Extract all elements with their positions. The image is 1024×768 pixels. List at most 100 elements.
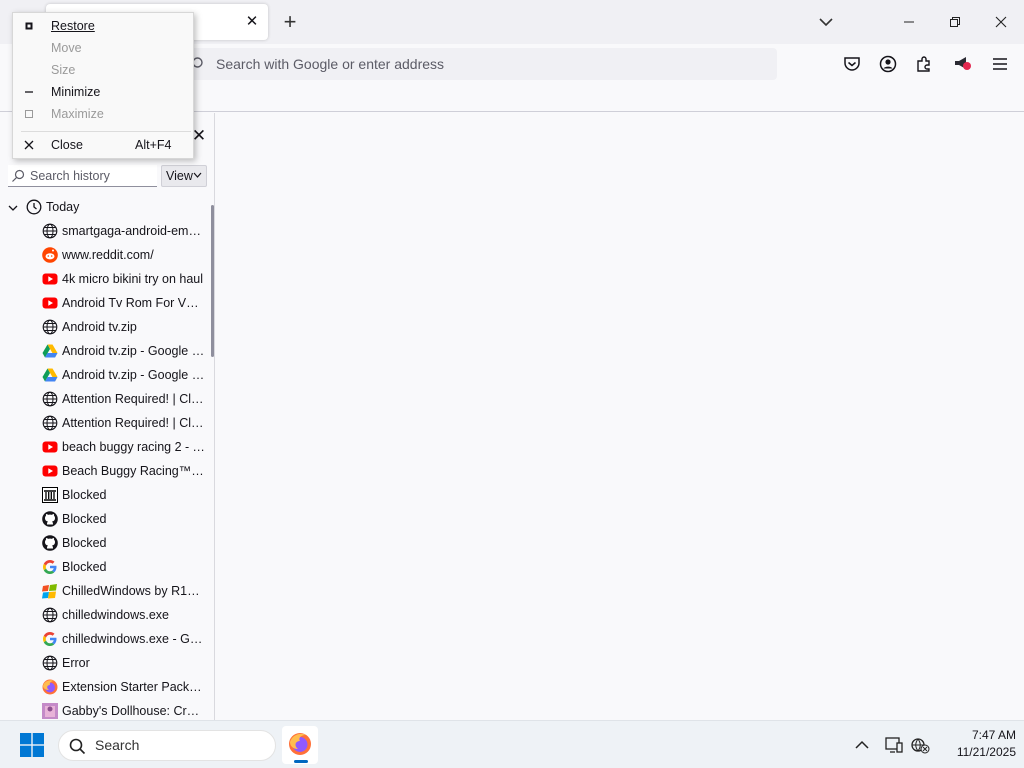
window-system-menu: Restore Move Size Minimize Maximize Clos…: [12, 12, 194, 159]
history-item-title: beach buggy racing 2 - Yo...: [62, 440, 205, 454]
search-history-input[interactable]: Search history: [8, 165, 157, 187]
puzzle-piece-icon: [917, 56, 930, 72]
minimize-icon: [904, 21, 914, 23]
taskbar-search-box[interactable]: Search: [58, 730, 276, 761]
tab-close-button[interactable]: ✕: [242, 12, 262, 32]
clock-date: 11/21/2025: [956, 745, 1016, 759]
history-item[interactable]: beach buggy racing 2 - Yo...: [0, 436, 212, 460]
firefox-icon: [289, 733, 311, 755]
menu-item-close[interactable]: Close Alt+F4: [13, 134, 193, 156]
pocket-button[interactable]: [840, 52, 864, 76]
menu-item-minimize[interactable]: Minimize: [13, 81, 193, 103]
extensions-button[interactable]: [912, 52, 936, 76]
history-sidebar: ✕ Search history View Today smartgaga-an…: [0, 113, 215, 720]
taskbar-app-firefox[interactable]: [282, 726, 318, 764]
history-item[interactable]: Blocked: [0, 556, 212, 580]
github-icon: [42, 511, 58, 527]
menu-item-maximize[interactable]: Maximize: [13, 103, 193, 125]
history-item-title: Android tv.zip - Google Dr...: [62, 344, 205, 358]
tray-device-button[interactable]: [884, 735, 904, 755]
chevron-down-icon: [819, 18, 833, 27]
history-item[interactable]: ChilledWindows by R15ST...: [0, 580, 212, 604]
history-item[interactable]: Attention Required! | Clou...: [0, 388, 212, 412]
history-list: smartgaga-android-emula... www.reddit.com…: [0, 220, 212, 720]
menu-item-move[interactable]: Move: [13, 37, 193, 59]
history-item[interactable]: Error: [0, 652, 212, 676]
history-item[interactable]: chilledwindows.exe - Goo...: [0, 628, 212, 652]
start-button[interactable]: [20, 733, 44, 757]
menu-separator: [21, 131, 191, 132]
history-item[interactable]: Attention Required! | Clou...: [0, 412, 212, 436]
megaphone-extension-button[interactable]: [950, 52, 974, 76]
history-item-title: Error: [62, 656, 90, 670]
history-item-title: Android tv.zip - Google Dr...: [62, 368, 205, 382]
taskbar-clock[interactable]: 7:47 AM 11/21/2025: [930, 727, 1016, 761]
restore-icon: [23, 20, 35, 32]
menu-item-restore[interactable]: Restore: [13, 15, 193, 37]
history-item-title: Blocked: [62, 488, 107, 502]
history-item-title: chilledwindows.exe - Goo...: [62, 632, 205, 646]
history-item[interactable]: chilledwindows.exe: [0, 604, 212, 628]
address-bar[interactable]: Search with Google or enter address: [180, 48, 777, 80]
history-item[interactable]: Android Tv Rom For Vmos...: [0, 292, 212, 316]
search-history-placeholder: Search history: [30, 169, 110, 183]
history-item-title: 4k micro bikini try on haul: [62, 272, 204, 286]
network-status-button[interactable]: [910, 735, 930, 755]
new-tab-button[interactable]: +: [278, 9, 302, 35]
menu-item-size[interactable]: Size: [13, 59, 193, 81]
close-icon: [23, 139, 35, 151]
history-item-title: Blocked: [62, 512, 107, 526]
search-icon: [12, 169, 25, 182]
account-button[interactable]: [876, 52, 900, 76]
youtube-icon: [42, 295, 58, 311]
history-item[interactable]: Android tv.zip - Google Dr...: [0, 340, 212, 364]
globe-icon: [42, 391, 58, 407]
menu-item-label: Close: [51, 138, 83, 152]
window-restore-button[interactable]: [932, 0, 978, 44]
history-item[interactable]: Extension Starter Pack — F...: [0, 676, 212, 700]
history-item-title: Attention Required! | Clou...: [62, 416, 205, 430]
history-item-title: Blocked: [62, 560, 107, 574]
show-hidden-icons-button[interactable]: [852, 735, 872, 755]
firefox-icon: [42, 679, 58, 695]
window-close-button[interactable]: [978, 0, 1024, 44]
menu-item-label: Move: [51, 41, 82, 55]
restore-icon: [950, 17, 960, 27]
hamburger-menu-icon: [993, 58, 1007, 70]
history-item-title: Gabby's Dollhouse: Crafts,: [62, 704, 205, 718]
sidebar-scrollbar[interactable]: [211, 205, 214, 357]
chevron-down-icon: [193, 172, 202, 178]
history-item-title: Blocked: [62, 536, 107, 550]
megaphone-icon: [955, 57, 971, 70]
close-icon: [995, 16, 1007, 28]
history-item-title: smartgaga-android-emula...: [62, 224, 205, 238]
history-item[interactable]: Android tv.zip: [0, 316, 212, 340]
history-group-today[interactable]: Today: [0, 197, 212, 219]
history-item[interactable]: Blocked: [0, 508, 212, 532]
search-icon: [69, 738, 86, 755]
history-item-title: Attention Required! | Clou...: [62, 392, 205, 406]
history-item[interactable]: 4k micro bikini try on haul: [0, 268, 212, 292]
globe-icon: [42, 415, 58, 431]
google-drive-icon: [42, 343, 58, 359]
view-menu-button[interactable]: View: [161, 165, 207, 187]
history-item[interactable]: Beach Buggy Racing™ 2 Tr...: [0, 460, 212, 484]
page-content-area: [216, 113, 1024, 720]
history-item[interactable]: Blocked: [0, 532, 212, 556]
history-item-title: chilledwindows.exe: [62, 608, 170, 622]
history-item[interactable]: Android tv.zip - Google Dr...: [0, 364, 212, 388]
account-icon: [879, 55, 897, 73]
window-minimize-button[interactable]: [886, 0, 932, 44]
history-item[interactable]: smartgaga-android-emula...: [0, 220, 212, 244]
history-item[interactable]: Blocked: [0, 484, 212, 508]
menu-item-label: Maximize: [51, 107, 104, 121]
history-item[interactable]: www.reddit.com/: [0, 244, 212, 268]
history-item[interactable]: Gabby's Dollhouse: Crafts,: [0, 700, 212, 720]
clock-time: 7:47 AM: [971, 728, 1016, 742]
globe-icon: [42, 607, 58, 623]
view-label: View: [166, 169, 193, 183]
history-item-title: Android Tv Rom For Vmos...: [62, 296, 205, 310]
menu-item-label: Minimize: [51, 85, 101, 99]
app-menu-button[interactable]: [988, 52, 1012, 76]
list-all-tabs-button[interactable]: [814, 11, 838, 33]
